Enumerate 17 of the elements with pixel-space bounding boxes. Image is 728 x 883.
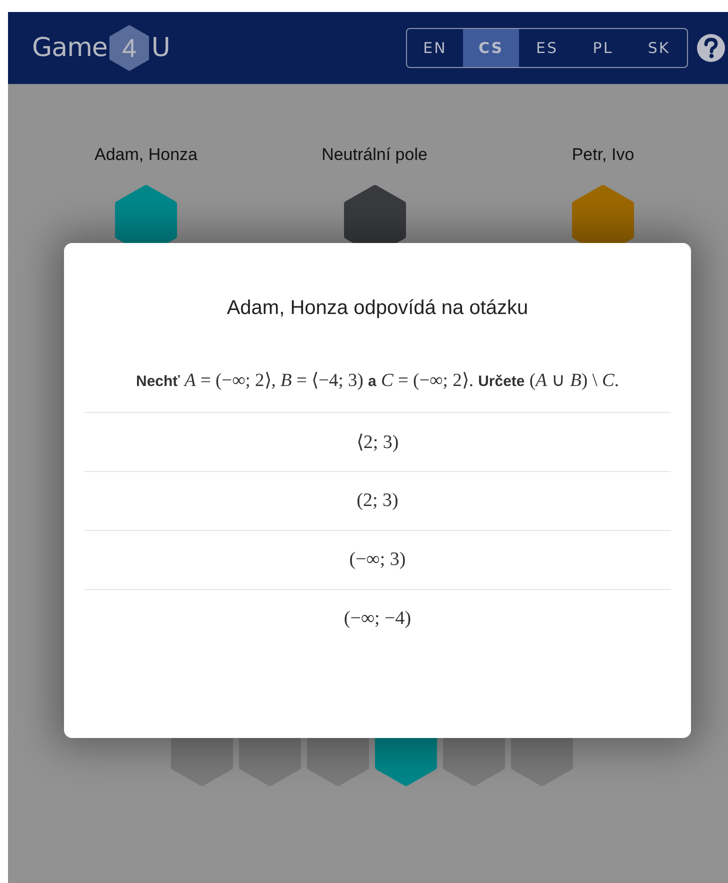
team-name: Petr, Ivo <box>572 145 634 165</box>
logo-text: U <box>151 33 170 63</box>
question-text: Nechť A = (−∞; 2⟩, B = ⟨−4; 3) a C = (−∞; 2⟩. Určete (A ∪ B) \ C. <box>84 369 671 413</box>
team-name: Adam, Honza <box>94 145 198 165</box>
team-name: Neutrální pole <box>322 145 428 165</box>
logo-text: Game <box>32 33 108 63</box>
answer-option[interactable]: ⟨2; 3) <box>356 430 399 454</box>
language-tab[interactable]: ES <box>519 29 575 67</box>
answer-option[interactable]: (−∞; 3) <box>349 549 406 571</box>
dialog-title: Adam, Honza odpovídá na otázku <box>226 297 530 320</box>
language-tab[interactable]: PL <box>575 29 631 67</box>
language-tab[interactable]: EN <box>407 29 463 67</box>
answer-option[interactable]: (−∞; −4) <box>344 608 412 630</box>
answer-option[interactable]: (2; 3) <box>356 490 398 512</box>
help-icon[interactable] <box>696 33 726 63</box>
logo-badge: 4 <box>109 25 150 71</box>
language-tab[interactable]: SK <box>631 29 687 67</box>
